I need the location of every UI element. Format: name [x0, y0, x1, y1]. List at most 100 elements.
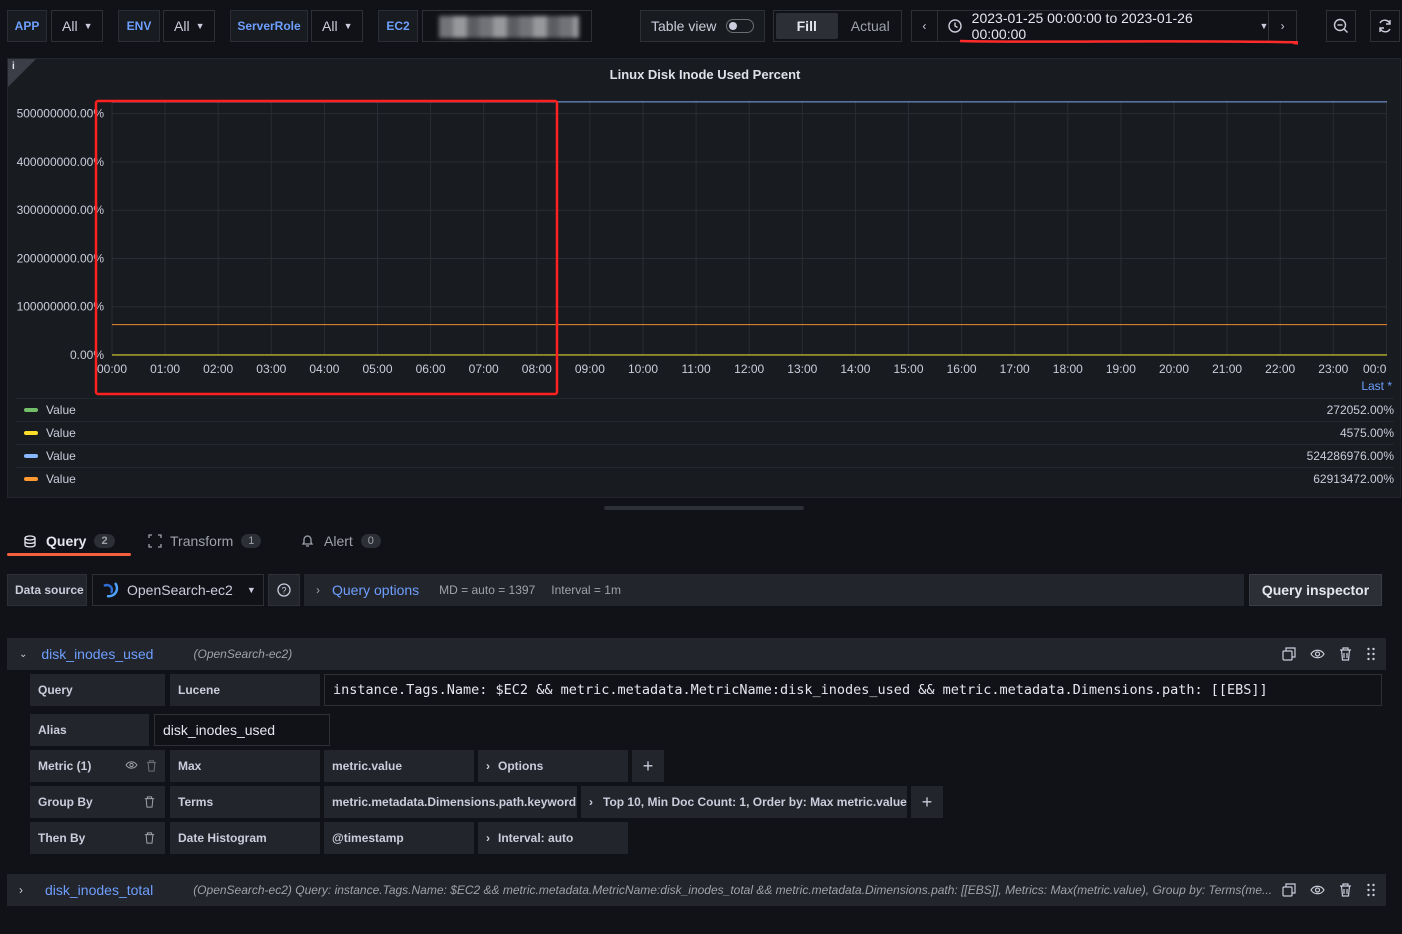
zoom-out-button[interactable]	[1326, 10, 1356, 42]
thenby-type-select[interactable]: Date Histogram	[170, 822, 320, 854]
actual-button[interactable]: Actual	[840, 11, 902, 41]
time-back-button[interactable]: ‹	[912, 11, 938, 41]
tab-query[interactable]: Query 2	[24, 528, 115, 554]
graph-panel: i Linux Disk Inode Used Percent 0.00% 100…	[7, 58, 1401, 498]
query-inspector-button[interactable]: Query inspector	[1249, 574, 1382, 606]
x-tick-label: 20:00	[1159, 362, 1189, 376]
eye-icon[interactable]	[1310, 648, 1325, 660]
x-tick-label: 07:00	[469, 362, 499, 376]
metric-type-select[interactable]: Max	[170, 750, 320, 782]
x-tick-label: 09:00	[575, 362, 605, 376]
tab-alert[interactable]: Alert 0	[301, 528, 381, 554]
thenby-label: Then By	[38, 831, 86, 845]
x-tick-label: 13:00	[787, 362, 817, 376]
legend-series-name[interactable]: Value	[46, 403, 76, 417]
eye-icon[interactable]	[1310, 884, 1325, 896]
thenby-options-button[interactable]: › Interval: auto	[478, 822, 628, 854]
table-view-label: Table view	[651, 18, 717, 34]
query-options-bar[interactable]: › Query options MD = auto = 1397 Interva…	[304, 574, 1244, 606]
drag-handle-icon[interactable]	[1366, 647, 1376, 661]
groupby-type-select[interactable]: Terms	[170, 786, 320, 818]
variable-select-ec2[interactable]	[422, 10, 592, 42]
metric-field-select[interactable]: metric.value	[324, 750, 474, 782]
legend-color-swatch	[24, 408, 38, 412]
query-row-header-b[interactable]: › disk_inodes_total (OpenSearch-ec2) Que…	[7, 874, 1386, 906]
fill-actual-radio-group: Fill Actual	[773, 10, 902, 42]
dashboard-toolbar: APP All ▼ ENV All ▼ ServerRole All ▼ EC2 Ta…	[0, 0, 1402, 52]
thenby-field-select[interactable]: @timestamp	[324, 822, 474, 854]
x-tick-label: 23:00	[1318, 362, 1348, 376]
x-tick-label: 16:00	[947, 362, 977, 376]
alias-label: Alias	[30, 714, 149, 746]
trash-icon[interactable]	[1339, 883, 1352, 897]
x-tick-label: 04:00	[309, 362, 339, 376]
table-view-toggle[interactable]: Table view	[640, 10, 765, 42]
tab-transform-label: Transform	[170, 533, 234, 549]
legend-sort-header[interactable]: Last *	[1361, 379, 1392, 393]
legend-last-value: 524286976.00%	[1306, 449, 1394, 463]
fill-button[interactable]: Fill	[776, 13, 838, 39]
variable-value-serverrole: All	[322, 18, 338, 34]
collapse-icon[interactable]: ⌄	[19, 649, 27, 660]
query-ref-id-b[interactable]: disk_inodes_total	[45, 882, 153, 898]
legend-item[interactable]: Value 62913472.00%	[16, 467, 1394, 490]
alias-input[interactable]: disk_inodes_used	[154, 714, 330, 746]
tab-query-label: Query	[46, 533, 87, 549]
add-groupby-button[interactable]: +	[911, 786, 943, 818]
active-tab-indicator	[7, 553, 131, 556]
x-tick-label: 15:00	[893, 362, 923, 376]
x-tick-label: 12:00	[734, 362, 764, 376]
metric-options-button[interactable]: › Options	[478, 750, 628, 782]
variable-select-app[interactable]: All ▼	[51, 10, 103, 42]
drag-handle-icon[interactable]	[1366, 883, 1376, 897]
duplicate-icon[interactable]	[1282, 647, 1296, 661]
groupby-options-button[interactable]: › Top 10, Min Doc Count: 1, Order by: Max…	[581, 786, 907, 818]
trash-icon[interactable]	[144, 832, 155, 844]
query-type-lucene[interactable]: Lucene	[170, 674, 320, 706]
red-underline-annotation	[959, 39, 1298, 45]
legend-item[interactable]: Value 272052.00%	[16, 398, 1394, 421]
legend-series-name[interactable]: Value	[46, 449, 76, 463]
metric-options-label: Options	[498, 759, 544, 773]
groupby-field-select[interactable]: metric.metadata.Dimensions.path.keyword	[324, 786, 577, 818]
x-tick-label: 05:00	[362, 362, 392, 376]
timeseries-chart[interactable]: 0.00% 100000000.00% 200000000.00% 300000000…	[8, 59, 1402, 399]
toggle-switch[interactable]	[726, 19, 755, 33]
help-button[interactable]: ?	[268, 574, 300, 606]
duplicate-icon[interactable]	[1282, 883, 1296, 897]
trash-icon[interactable]	[1339, 647, 1352, 661]
trash-icon[interactable]	[146, 760, 157, 772]
x-tick-label: 22:00	[1265, 362, 1295, 376]
clock-icon	[947, 19, 962, 33]
legend-series-name[interactable]: Value	[46, 472, 76, 486]
query-row-header-a[interactable]: ⌄ disk_inodes_used (OpenSearch-ec2)	[7, 638, 1386, 670]
legend-item[interactable]: Value 524286976.00%	[16, 444, 1394, 467]
legend-item[interactable]: Value 4575.00%	[16, 421, 1394, 444]
add-metric-button[interactable]: +	[632, 750, 664, 782]
chevron-down-icon: ▼	[83, 21, 93, 31]
legend-last-value: 272052.00%	[1326, 403, 1394, 417]
svg-text:?: ?	[281, 586, 286, 596]
expand-icon[interactable]: ›	[19, 883, 23, 897]
variable-value-env: All	[174, 18, 190, 34]
legend-color-swatch	[24, 454, 38, 458]
chevron-down-icon: ▼	[343, 21, 353, 31]
data-source-name: OpenSearch-ec2	[127, 582, 233, 598]
metric-label: Metric (1)	[38, 759, 92, 773]
variable-select-env[interactable]: All ▼	[163, 10, 215, 42]
data-source-picker[interactable]: OpenSearch-ec2 ▼	[92, 574, 264, 606]
chevron-down-icon[interactable]: ▼	[1259, 21, 1268, 31]
x-tick-label: 01:00	[150, 362, 180, 376]
lucene-query-input[interactable]: instance.Tags.Name: $EC2 && metric.metad…	[324, 674, 1382, 706]
legend-series-name[interactable]: Value	[46, 426, 76, 440]
panel-resize-handle[interactable]	[604, 506, 804, 510]
x-tick-label: 18:00	[1053, 362, 1083, 376]
refresh-button[interactable]	[1370, 10, 1400, 42]
eye-icon[interactable]	[125, 760, 138, 770]
tab-transform[interactable]: Transform 1	[148, 528, 262, 554]
query-ref-id[interactable]: disk_inodes_used	[41, 646, 153, 662]
query-options-label[interactable]: Query options	[332, 582, 419, 598]
trash-icon[interactable]	[144, 796, 155, 808]
variable-select-serverrole[interactable]: All ▼	[311, 10, 363, 42]
legend-last-value: 62913472.00%	[1313, 472, 1394, 486]
